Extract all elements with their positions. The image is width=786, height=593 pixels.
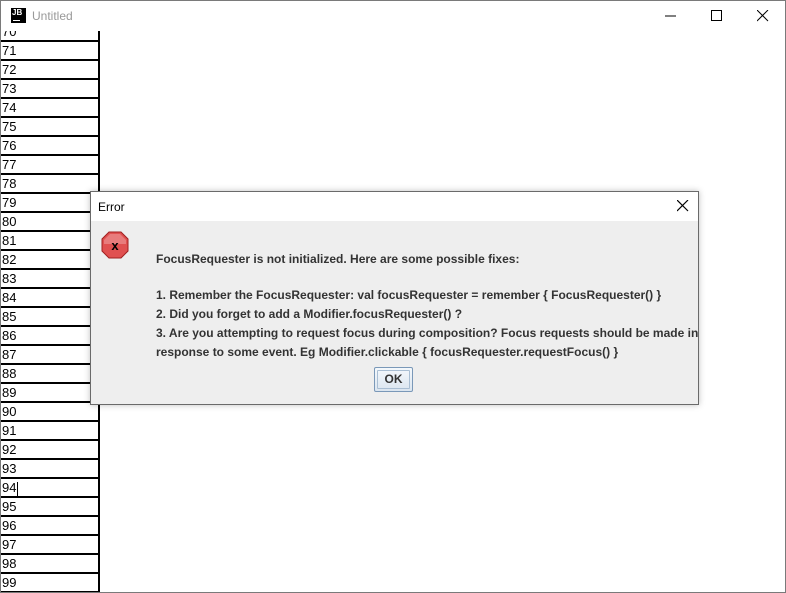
message-line: response to some event. Eg Modifier.clic… — [156, 345, 619, 359]
list-item[interactable]: 79 — [1, 194, 100, 213]
list-item-label: 74 — [2, 100, 17, 115]
close-icon — [677, 200, 689, 212]
list-item-label: 80 — [2, 214, 17, 229]
list-item-label: 72 — [2, 62, 17, 77]
list-item[interactable]: 98 — [1, 555, 100, 574]
list-item-label: 92 — [2, 442, 17, 457]
list-item-label: 83 — [2, 271, 17, 286]
list-item-label: 86 — [2, 328, 17, 343]
list-item[interactable]: 89 — [1, 384, 100, 403]
list-item-label: 82 — [2, 252, 17, 267]
app-window: JB Untitled 70 71 72 73 74 75 76 77 78 79 80 81 82 83… — [0, 0, 786, 593]
list-item[interactable]: 72 — [1, 61, 100, 80]
text-cursor — [17, 481, 19, 496]
message-line: 1. Remember the FocusRequester: val focu… — [156, 288, 662, 302]
minimize-button[interactable] — [648, 1, 694, 31]
list-item-label: 94 — [2, 480, 17, 495]
list-item[interactable]: 75 — [1, 118, 100, 137]
error-dialog: Error x FocusRequester is not initialize… — [90, 191, 699, 405]
list-item[interactable]: 70 — [1, 31, 100, 42]
list-item[interactable]: 76 — [1, 137, 100, 156]
close-icon — [757, 10, 769, 22]
dialog-titlebar[interactable]: Error — [91, 192, 698, 221]
list-item[interactable]: 93 — [1, 460, 100, 479]
list-item[interactable]: 84 — [1, 289, 100, 308]
list-item-label: 79 — [2, 195, 17, 210]
app-logo-icon: JB — [11, 8, 26, 23]
list-item[interactable]: 82 — [1, 251, 100, 270]
list-item[interactable]: 92 — [1, 441, 100, 460]
close-window-button[interactable] — [740, 1, 785, 31]
list-item[interactable]: 90 — [1, 403, 100, 422]
list-item-label: 99 — [2, 575, 17, 590]
ok-button[interactable]: OK — [374, 367, 413, 392]
list-item-label: 78 — [2, 176, 17, 191]
maximize-button[interactable] — [694, 1, 740, 31]
list-item-label: 89 — [2, 385, 17, 400]
list-item-label: 85 — [2, 309, 17, 324]
window-title: Untitled — [32, 9, 73, 23]
list-item-label: 97 — [2, 537, 17, 552]
list-item[interactable]: 74 — [1, 99, 100, 118]
minimize-icon — [665, 15, 676, 17]
error-icon: x — [101, 231, 129, 259]
list-item[interactable]: 81 — [1, 232, 100, 251]
list-item[interactable]: 85 — [1, 308, 100, 327]
list-item[interactable]: 95 — [1, 498, 100, 517]
list-item[interactable]: 87 — [1, 346, 100, 365]
list-item[interactable]: 71 — [1, 42, 100, 61]
list-item[interactable]: 88 — [1, 365, 100, 384]
list-item[interactable]: 77 — [1, 156, 100, 175]
list-item[interactable]: 73 — [1, 80, 100, 99]
list-item-label: 93 — [2, 461, 17, 476]
list-item-label: 73 — [2, 81, 17, 96]
list-item[interactable]: 78 — [1, 175, 100, 194]
list-item[interactable]: 83 — [1, 270, 100, 289]
list-item-label: 88 — [2, 366, 17, 381]
list-item[interactable]: 91 — [1, 422, 100, 441]
ok-button-label: OK — [384, 372, 403, 386]
list-item[interactable]: 80 — [1, 213, 100, 232]
error-icon-letter: x — [111, 238, 119, 253]
list-item[interactable]: 97 — [1, 536, 100, 555]
list-item[interactable]: 99 — [1, 574, 100, 592]
list-item[interactable]: 96 — [1, 517, 100, 536]
number-list[interactable]: 70 71 72 73 74 75 76 77 78 79 80 81 82 83 84 85 86 87 88 89… — [1, 31, 102, 592]
list-item-label: 96 — [2, 518, 17, 533]
list-item[interactable]: 94 — [1, 479, 100, 498]
list-item-label: 77 — [2, 157, 17, 172]
list-item[interactable]: 86 — [1, 327, 100, 346]
list-item-label: 95 — [2, 499, 17, 514]
list-item-label: 91 — [2, 423, 17, 438]
dialog-title: Error — [98, 200, 125, 214]
list-item-label: 70 — [2, 31, 17, 39]
error-message: FocusRequester is not initialized. Here … — [156, 250, 699, 362]
window-titlebar[interactable]: JB Untitled — [1, 1, 785, 31]
message-line: 3. Are you attempting to request focus d… — [156, 326, 699, 340]
message-line: FocusRequester is not initialized. Here … — [156, 252, 520, 266]
list-item-label: 81 — [2, 233, 17, 248]
message-line: 2. Did you forget to add a Modifier.focu… — [156, 307, 463, 321]
dialog-close-button[interactable] — [667, 192, 698, 221]
list-item-label: 98 — [2, 556, 17, 571]
app-logo-text: JB — [12, 8, 23, 17]
list-item-label: 71 — [2, 43, 17, 58]
list-item-label: 76 — [2, 138, 17, 153]
list-item-label: 84 — [2, 290, 17, 305]
maximize-icon — [711, 10, 722, 21]
list-item-label: 87 — [2, 347, 17, 362]
list-item-label: 75 — [2, 119, 17, 134]
list-item-label: 90 — [2, 404, 17, 419]
